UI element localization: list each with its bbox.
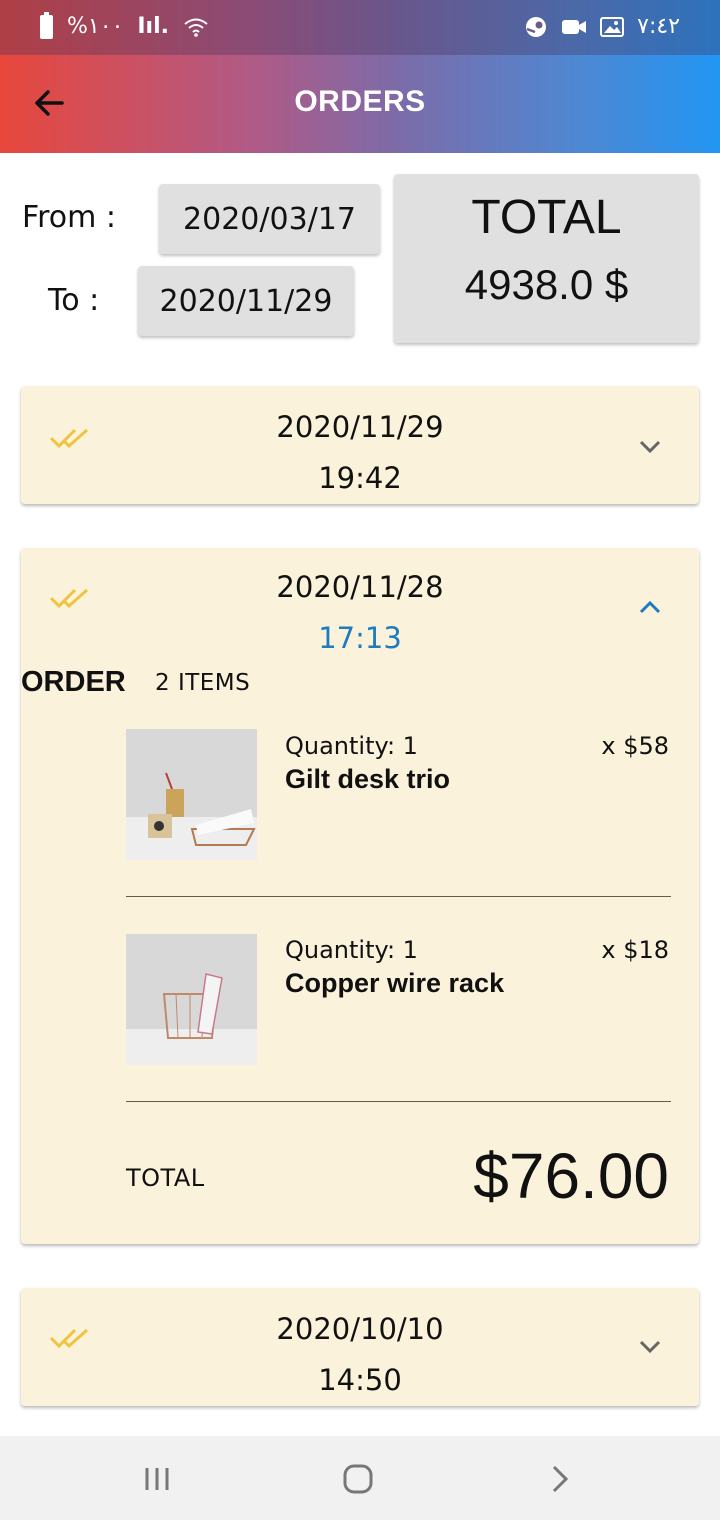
- product-image-gilt-desk-trio: [126, 729, 257, 860]
- item-name: Copper wire rack: [285, 968, 505, 998]
- top-gradient: %١٠٠ Iıl. ٧:٤٢ ORDERS: [0, 0, 720, 153]
- total-summary-label: TOTAL: [471, 191, 622, 244]
- recent-apps-icon[interactable]: [141, 1464, 173, 1494]
- order-total-amount: $76.00: [473, 1140, 669, 1212]
- item-name: Gilt desk trio: [285, 764, 451, 794]
- video-camera-icon: [562, 19, 587, 34]
- item-divider: [126, 896, 671, 897]
- clock-text: ٧:٤٢: [637, 14, 680, 39]
- item-quantity: Quantity: 1: [285, 936, 418, 964]
- to-date-button[interactable]: 2020/11/29: [138, 266, 354, 336]
- total-summary-box: TOTAL 4938.0 $: [394, 174, 699, 343]
- order-date: 2020/10/10: [276, 1312, 444, 1346]
- product-image-copper-wire-rack: [126, 934, 257, 1065]
- home-icon[interactable]: [342, 1464, 374, 1494]
- order-card-expanded[interactable]: 2020/11/28 17:13 ORDER 2 ITEMS Quantity:…: [21, 548, 699, 1244]
- order-time: 19:42: [318, 461, 402, 495]
- from-date-button[interactable]: 2020/03/17: [159, 184, 380, 254]
- system-nav-bar: [0, 1436, 720, 1520]
- item-price: x $18: [601, 936, 669, 964]
- to-label: To :: [48, 283, 100, 318]
- chevron-up-icon[interactable]: [637, 598, 663, 616]
- order-time: 17:13: [318, 621, 402, 655]
- battery-text: %١٠٠: [67, 14, 124, 39]
- item-divider: [126, 1101, 671, 1102]
- gallery-icon: [600, 16, 625, 37]
- page-title: ORDERS: [294, 85, 426, 118]
- item-quantity: Quantity: 1: [285, 732, 418, 760]
- item-price: x $58: [601, 732, 669, 760]
- order-time: 14:50: [318, 1363, 402, 1397]
- status-bar: %١٠٠ Iıl. ٧:٤٢: [0, 0, 720, 55]
- steam-icon: [526, 16, 547, 37]
- back-nav-icon[interactable]: [544, 1464, 576, 1494]
- order-date: 2020/11/28: [276, 570, 444, 604]
- order-card[interactable]: 2020/11/29 19:42: [21, 386, 699, 504]
- signal-icon: Iıl.: [137, 14, 169, 39]
- items-count: 2 ITEMS: [155, 670, 251, 696]
- chevron-down-icon[interactable]: [637, 1338, 663, 1356]
- order-card[interactable]: 2020/10/10 14:50: [21, 1288, 699, 1406]
- chevron-down-icon[interactable]: [637, 438, 663, 456]
- order-label: ORDER: [21, 666, 126, 698]
- order-total-label: TOTAL: [126, 1164, 205, 1192]
- from-label: From :: [22, 200, 116, 235]
- total-summary-value: 4938.0 $: [464, 261, 629, 308]
- battery-icon: [40, 11, 53, 39]
- order-date: 2020/11/29: [276, 410, 444, 444]
- wifi-icon: [184, 18, 208, 37]
- app-bar: ORDERS: [0, 55, 720, 153]
